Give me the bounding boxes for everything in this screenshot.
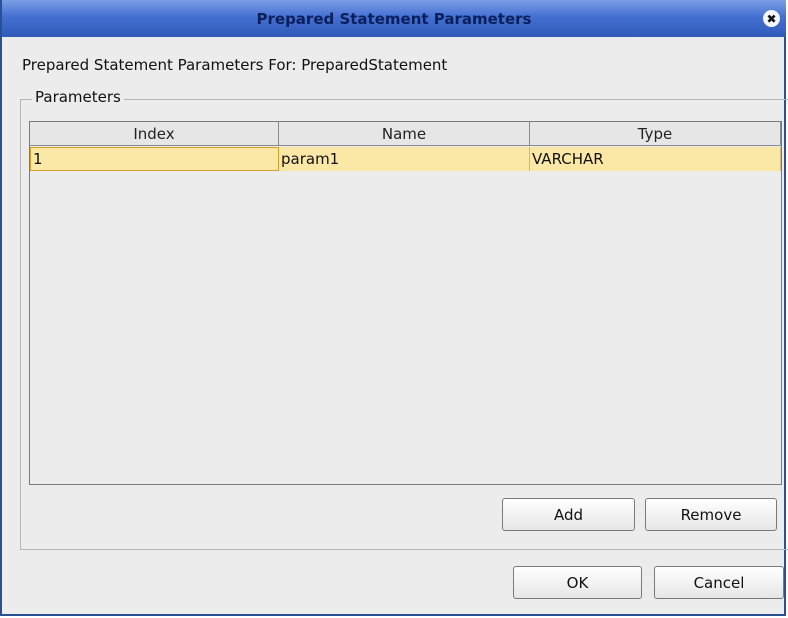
column-header-name[interactable]: Name [279,122,530,146]
cell-index[interactable]: 1 [30,147,279,171]
prepared-statement-parameters-dialog: Prepared Statement Parameters ✖ Prepared… [0,0,788,616]
remove-button[interactable]: Remove [645,498,777,531]
ok-button[interactable]: OK [513,566,642,599]
close-button[interactable]: ✖ [763,10,780,27]
table-header: Index Name Type [30,122,781,146]
cell-type[interactable]: VARCHAR [530,147,781,171]
cell-name[interactable]: param1 [279,147,530,171]
table-row[interactable]: 1 param1 VARCHAR [30,147,781,171]
column-header-index[interactable]: Index [30,122,279,146]
dialog-title: Prepared Statement Parameters [256,9,532,28]
column-header-type[interactable]: Type [530,122,781,146]
add-button[interactable]: Add [502,498,635,531]
cancel-button[interactable]: Cancel [654,566,784,599]
title-bar[interactable]: Prepared Statement Parameters ✖ [2,0,786,37]
close-icon: ✖ [766,11,777,26]
parameters-table: Index Name Type 1 param1 VARCHAR [29,121,782,485]
dialog-subtitle: Prepared Statement Parameters For: Prepa… [22,56,448,74]
parameters-group-label: Parameters [32,88,124,106]
